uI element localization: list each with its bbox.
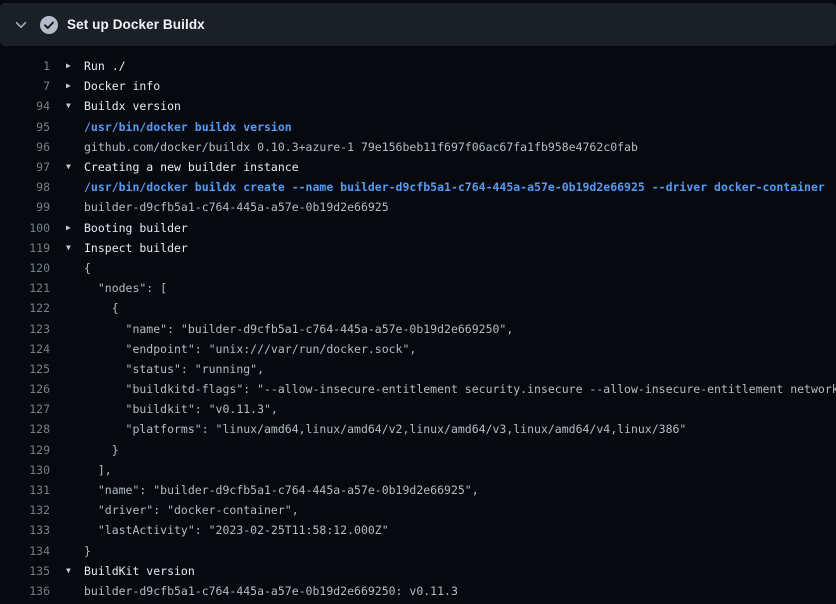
log-line: 7 ▶Docker info: [0, 76, 836, 96]
line-number[interactable]: 124: [0, 342, 50, 356]
log-output-text: builder-d9cfb5a1-c764-445a-a57e-0b19d2e6…: [84, 200, 389, 214]
log-line: 131 "name": "builder-d9cfb5a1-c764-445a-…: [0, 480, 836, 500]
log-output-text: "platforms": "linux/amd64,linux/amd64/v2…: [84, 422, 686, 436]
log-group-title[interactable]: Run ./: [84, 59, 126, 73]
log-command-text: /usr/bin/docker buildx version: [84, 120, 292, 134]
log-output-text: "endpoint": "unix:///var/run/docker.sock…: [84, 342, 416, 356]
line-number[interactable]: 1: [0, 59, 50, 73]
line-number[interactable]: 95: [0, 120, 50, 134]
log-output-text: ],: [84, 463, 112, 477]
log-output-text: "lastActivity": "2023-02-25T11:58:12.000…: [84, 523, 389, 537]
log-group-title[interactable]: Booting builder: [84, 221, 188, 235]
step-title: Set up Docker Buildx: [67, 17, 205, 32]
log-line: 124 "endpoint": "unix:///var/run/docker.…: [0, 339, 836, 359]
log-line: 100 ▶Booting builder: [0, 218, 836, 238]
log-line: 120 {: [0, 258, 836, 278]
log-line: 132 "driver": "docker-container",: [0, 500, 836, 520]
line-number[interactable]: 96: [0, 140, 50, 154]
log-group-title[interactable]: Creating a new builder instance: [84, 160, 299, 174]
log-line: 99 builder-d9cfb5a1-c764-445a-a57e-0b19d2…: [0, 197, 836, 217]
log-line: 97 ▼Creating a new builder instance: [0, 157, 836, 177]
line-number[interactable]: 133: [0, 523, 50, 537]
line-number[interactable]: 126: [0, 382, 50, 396]
line-number[interactable]: 131: [0, 483, 50, 497]
log-line: 126 "buildkitd-flags": "--allow-insecure…: [0, 379, 836, 399]
line-number[interactable]: 98: [0, 180, 50, 194]
triangle-down-icon[interactable]: ▼: [66, 157, 84, 177]
line-number[interactable]: 135: [0, 564, 50, 578]
log-line: 135 ▼BuildKit version: [0, 561, 836, 581]
log-output-text: "nodes": [: [84, 281, 167, 295]
log-output-text: "status": "running",: [84, 362, 264, 376]
log-output-text: {: [84, 261, 91, 275]
log-line: 1 ▶Run ./: [0, 56, 836, 76]
triangle-down-icon[interactable]: ▼: [66, 561, 84, 581]
line-number[interactable]: 136: [0, 584, 50, 598]
log-line: 128 "platforms": "linux/amd64,linux/amd6…: [0, 419, 836, 439]
step-header[interactable]: Set up Docker Buildx: [0, 3, 836, 46]
log-output-text: "name": "builder-d9cfb5a1-c764-445a-a57e…: [84, 483, 479, 497]
log-line: 127 "buildkit": "v0.11.3",: [0, 399, 836, 419]
log-lines: 1▶Run ./7▶Docker info94▼Buildx version95…: [0, 46, 836, 601]
line-number[interactable]: 127: [0, 402, 50, 416]
log-output-text: "buildkitd-flags": "--allow-insecure-ent…: [84, 382, 836, 396]
line-number[interactable]: 134: [0, 544, 50, 558]
line-number[interactable]: 97: [0, 160, 50, 174]
chevron-down-icon[interactable]: [14, 18, 28, 32]
triangle-right-icon[interactable]: ▶: [66, 56, 84, 76]
log-line: 96 github.com/docker/buildx 0.10.3+azure-…: [0, 137, 836, 157]
line-number[interactable]: 123: [0, 322, 50, 336]
line-number[interactable]: 99: [0, 200, 50, 214]
line-number[interactable]: 94: [0, 99, 50, 113]
log-output-text: builder-d9cfb5a1-c764-445a-a57e-0b19d2e6…: [84, 584, 458, 598]
line-number[interactable]: 121: [0, 281, 50, 295]
line-number[interactable]: 129: [0, 443, 50, 457]
line-number[interactable]: 130: [0, 463, 50, 477]
log-line: 121 "nodes": [: [0, 278, 836, 298]
log-line: 122 {: [0, 298, 836, 318]
success-check-icon: [40, 16, 58, 34]
log-line: 133 "lastActivity": "2023-02-25T11:58:12…: [0, 520, 836, 540]
log-group-title[interactable]: Docker info: [84, 79, 160, 93]
line-number[interactable]: 120: [0, 261, 50, 275]
log-line: 95/usr/bin/docker buildx version: [0, 117, 836, 137]
log-output-text: "driver": "docker-container",: [84, 503, 299, 517]
triangle-right-icon[interactable]: ▶: [66, 76, 84, 96]
line-number[interactable]: 119: [0, 241, 50, 255]
log-line: 123 "name": "builder-d9cfb5a1-c764-445a-…: [0, 318, 836, 338]
line-number[interactable]: 122: [0, 301, 50, 315]
log-output-text: {: [84, 301, 119, 315]
log-line: 94 ▼Buildx version: [0, 96, 836, 116]
log-group-title[interactable]: Buildx version: [84, 99, 181, 113]
log-line: 134}: [0, 541, 836, 561]
log-output-text: github.com/docker/buildx 0.10.3+azure-1 …: [84, 140, 638, 154]
log-output-text: }: [84, 544, 91, 558]
log-command-text: /usr/bin/docker buildx create --name bui…: [84, 180, 825, 194]
line-number[interactable]: 128: [0, 422, 50, 436]
log-line: 129 }: [0, 440, 836, 460]
log-output-text: }: [84, 443, 119, 457]
log-line: 125 "status": "running",: [0, 359, 836, 379]
triangle-right-icon[interactable]: ▶: [66, 218, 84, 238]
line-number[interactable]: 7: [0, 79, 50, 93]
log-line: 130 ],: [0, 460, 836, 480]
log-line: 119 ▼Inspect builder: [0, 238, 836, 258]
line-number[interactable]: 100: [0, 221, 50, 235]
triangle-down-icon[interactable]: ▼: [66, 96, 84, 116]
log-line: 98/usr/bin/docker buildx create --name b…: [0, 177, 836, 197]
line-number[interactable]: 125: [0, 362, 50, 376]
line-number[interactable]: 132: [0, 503, 50, 517]
log-group-title[interactable]: Inspect builder: [84, 241, 188, 255]
triangle-down-icon[interactable]: ▼: [66, 238, 84, 258]
log-output-text: "name": "builder-d9cfb5a1-c764-445a-a57e…: [84, 322, 513, 336]
log-group-title[interactable]: BuildKit version: [84, 564, 195, 578]
log-output-text: "buildkit": "v0.11.3",: [84, 402, 278, 416]
log-line: 136 builder-d9cfb5a1-c764-445a-a57e-0b19d…: [0, 581, 836, 601]
